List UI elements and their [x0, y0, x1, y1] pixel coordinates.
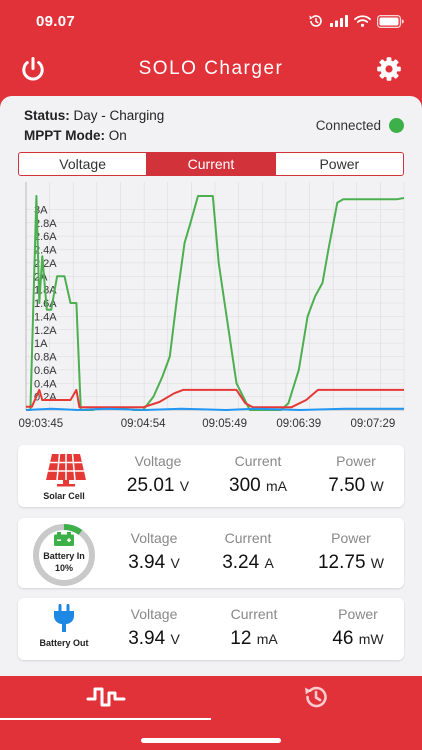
- metric-voltage: Voltage 3.94 V: [114, 606, 194, 650]
- metric-current: Current 12 mA: [214, 606, 294, 650]
- metric-current: Current 300 mA: [218, 453, 298, 497]
- chart-svg: 0.2A0.4A0.6A0.8A1A1.2A1.4A1.6A1.8A2A2.2A…: [18, 182, 405, 430]
- status-icons: [308, 14, 404, 28]
- metric-label: Power: [338, 606, 378, 622]
- connection-status: Connected: [316, 118, 404, 133]
- y-tick-label: 0.8A: [34, 352, 57, 364]
- tab-voltage[interactable]: Voltage: [19, 153, 148, 175]
- wifi-icon: [354, 15, 371, 27]
- y-tick-label: 0.6A: [34, 365, 57, 377]
- metric-label: Voltage: [130, 530, 178, 546]
- chart-tabs: Voltage Current Power: [18, 152, 404, 176]
- battery-icon: [54, 532, 74, 546]
- x-tick-label: 09:07:29: [350, 418, 395, 430]
- card-label: Battery In: [43, 551, 85, 561]
- metric-value: 25.01 V: [126, 475, 190, 496]
- metric-voltage: Voltage 3.94 V: [114, 530, 194, 574]
- plug-icon: [54, 604, 74, 632]
- metric-label: Voltage: [130, 606, 178, 622]
- bottom-nav: [0, 676, 422, 750]
- card-label: Solar Cell: [43, 491, 85, 501]
- battery-gauge: Battery In 10%: [32, 523, 96, 587]
- tab-current[interactable]: Current: [147, 153, 276, 175]
- x-tick-label: 09:06:39: [276, 418, 321, 430]
- metric-power: Power 7.50 W: [314, 453, 398, 497]
- gear-icon: [377, 57, 401, 81]
- status-label: Status:: [24, 108, 70, 123]
- y-tick-label: 0.4A: [34, 378, 57, 390]
- status-value: Day - Charging: [73, 108, 165, 123]
- battery-status-icon: [377, 14, 404, 28]
- metric-label: Power: [331, 530, 371, 546]
- y-tick-label: 1A: [34, 338, 48, 350]
- history-icon: [305, 686, 327, 708]
- solar-icon-wrap: Solar Cell: [24, 451, 106, 503]
- metric-label: Voltage: [134, 453, 182, 469]
- nav-history[interactable]: [211, 676, 422, 718]
- tab-power[interactable]: Power: [276, 153, 403, 175]
- status-row: Status: Day - Charging: [24, 108, 164, 123]
- x-tick-label: 09:05:49: [202, 418, 247, 430]
- metric-voltage: Voltage 25.01 V: [118, 453, 198, 497]
- x-tick-label: 09:04:54: [121, 418, 166, 430]
- content-sheet: Status: Day - Charging MPPT Mode: On Con…: [0, 96, 422, 676]
- y-tick-label: 1.4A: [34, 311, 57, 323]
- battery-in-card: Battery In 10% Voltage 3.94 V Current 3.…: [18, 518, 404, 588]
- metric-value: 3.24 A: [222, 552, 274, 573]
- status-bar: 09.07: [0, 0, 422, 44]
- home-indicator: [141, 738, 281, 743]
- status-time: 09.07: [36, 13, 76, 30]
- battery-percent: 10%: [54, 563, 73, 573]
- nav-active-indicator: [0, 718, 211, 720]
- app-title: SOLO Charger: [138, 58, 284, 79]
- history-sync-icon: [309, 15, 322, 27]
- nav-live[interactable]: [0, 676, 211, 718]
- waveform-icon: [86, 687, 126, 707]
- signal-icon: [330, 15, 348, 27]
- metric-label: Current: [230, 606, 278, 622]
- metric-value: 46 mW: [332, 628, 384, 649]
- metric-current: Current 3.24 A: [208, 530, 288, 574]
- metric-label: Current: [234, 453, 282, 469]
- connection-label: Connected: [315, 118, 381, 133]
- metric-value: 3.94 V: [128, 552, 180, 573]
- metric-label: Current: [224, 530, 272, 546]
- y-tick-label: 1.2A: [34, 325, 57, 337]
- solar-panel-icon: [46, 453, 86, 487]
- card-label: Battery Out: [39, 638, 89, 648]
- connection-dot: [389, 118, 404, 133]
- x-tick-label: 09:03:45: [18, 418, 63, 430]
- solar-cell-card: Solar Cell Voltage 25.01 V Current 300 m…: [18, 445, 404, 507]
- metric-power: Power 12.75 W: [308, 530, 394, 574]
- metric-value: 7.50 W: [328, 475, 384, 496]
- metric-value: 300 mA: [229, 475, 287, 496]
- metric-value: 3.94 V: [128, 628, 180, 649]
- settings-button[interactable]: [374, 54, 404, 84]
- app-bar: SOLO Charger: [0, 44, 422, 92]
- mppt-value: On: [108, 128, 127, 143]
- metric-label: Power: [336, 453, 376, 469]
- mppt-label: MPPT Mode:: [24, 128, 105, 143]
- current-chart: 0.2A 0.4A 0.6A 0.8A 1A 1.2A 1.4A 1.6A 1.8A 2A 2.2A…: [0, 182, 422, 438]
- metric-value: 12.75 W: [317, 552, 385, 573]
- metric-power: Power 46 mW: [318, 606, 398, 650]
- mppt-row: MPPT Mode: On: [24, 128, 127, 143]
- metric-value: 12 mA: [230, 628, 278, 649]
- battery-out-card: Battery Out Voltage 3.94 V Current 12 mA…: [18, 598, 404, 660]
